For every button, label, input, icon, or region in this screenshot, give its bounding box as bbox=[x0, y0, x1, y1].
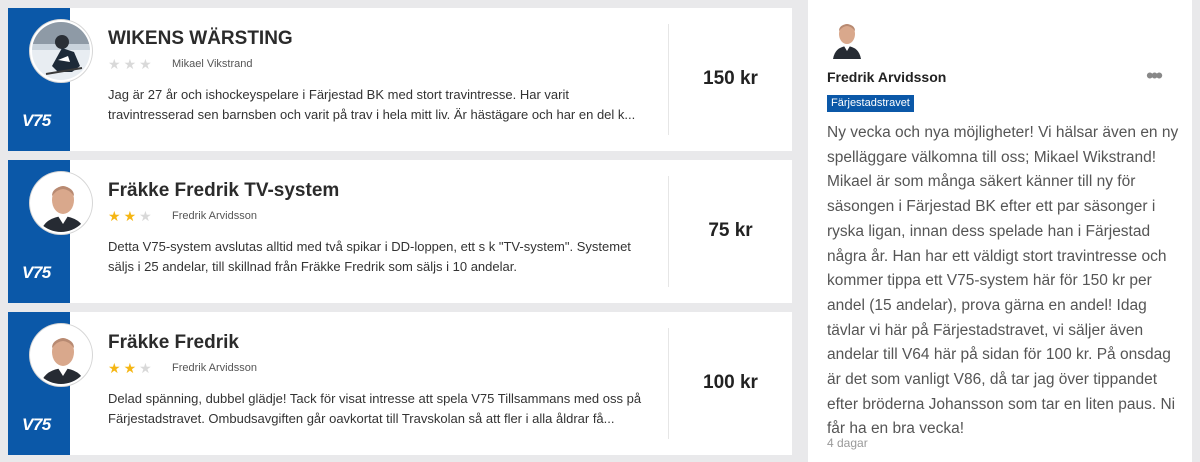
listing-description: Delad spänning, dubbel glädje! Tack för … bbox=[108, 391, 642, 426]
star-icon: ★ bbox=[108, 208, 124, 224]
listing-card[interactable]: V75 Fräkke Fredrik TV-system ★★★ Fredrik… bbox=[8, 160, 792, 303]
v75-badge: V75 bbox=[22, 263, 51, 282]
listing-price: 100 kr bbox=[703, 372, 758, 393]
star-icon: ★ bbox=[108, 360, 124, 376]
listing-description: Jag är 27 år och ishockeyspelare i Färje… bbox=[108, 87, 636, 122]
listing-card[interactable]: V75 Fräkke Fredrik ★★★ Fredrik Arvidsson… bbox=[8, 312, 792, 455]
post-text: Ny vecka och nya möjligheter! Vi hälsar … bbox=[827, 124, 1179, 438]
star-icon: ★ bbox=[108, 56, 124, 72]
avatar bbox=[30, 172, 92, 234]
star-icon: ★ bbox=[123, 208, 140, 224]
v75-badge: V75 bbox=[22, 415, 51, 434]
listing-author: Mikael Vikstrand bbox=[172, 58, 253, 70]
avatar bbox=[30, 324, 92, 386]
star-icon: ★ bbox=[123, 360, 140, 376]
news-post-panel: Fredrik Arvidsson ••• Färjestadstravet N… bbox=[808, 0, 1192, 462]
rating-stars: ★★★ bbox=[108, 209, 155, 223]
listing-price: 75 kr bbox=[708, 220, 753, 241]
rating-stars: ★★★ bbox=[108, 361, 155, 375]
v75-badge: V75 bbox=[22, 111, 51, 130]
listing-title[interactable]: Fräkke Fredrik bbox=[108, 332, 239, 354]
listing-card[interactable]: V75 WIKENS WÄRSTING ★★★ Mikael Vikstrand… bbox=[8, 8, 792, 151]
rating-stars: ★★★ bbox=[108, 57, 155, 71]
avatar bbox=[830, 19, 864, 59]
listing-author: Fredrik Arvidsson bbox=[172, 362, 257, 374]
listing-title[interactable]: WIKENS WÄRSTING bbox=[108, 28, 293, 50]
more-horizontal-icon[interactable]: ••• bbox=[1146, 65, 1163, 87]
post-tag[interactable]: Färjestadstravet bbox=[827, 95, 914, 112]
listing-author: Fredrik Arvidsson bbox=[172, 210, 257, 222]
post-timestamp: 4 dagar bbox=[827, 436, 868, 450]
star-icon: ★ bbox=[139, 360, 155, 376]
star-icon: ★ bbox=[139, 56, 155, 72]
listing-title[interactable]: Fräkke Fredrik TV-system bbox=[108, 180, 339, 202]
listing-price: 150 kr bbox=[703, 68, 758, 89]
star-icon: ★ bbox=[139, 208, 155, 224]
avatar bbox=[30, 20, 92, 82]
star-icon: ★ bbox=[123, 56, 140, 72]
post-author[interactable]: Fredrik Arvidsson bbox=[827, 69, 946, 85]
listing-description: Detta V75-system avslutas alltid med två… bbox=[108, 239, 631, 274]
